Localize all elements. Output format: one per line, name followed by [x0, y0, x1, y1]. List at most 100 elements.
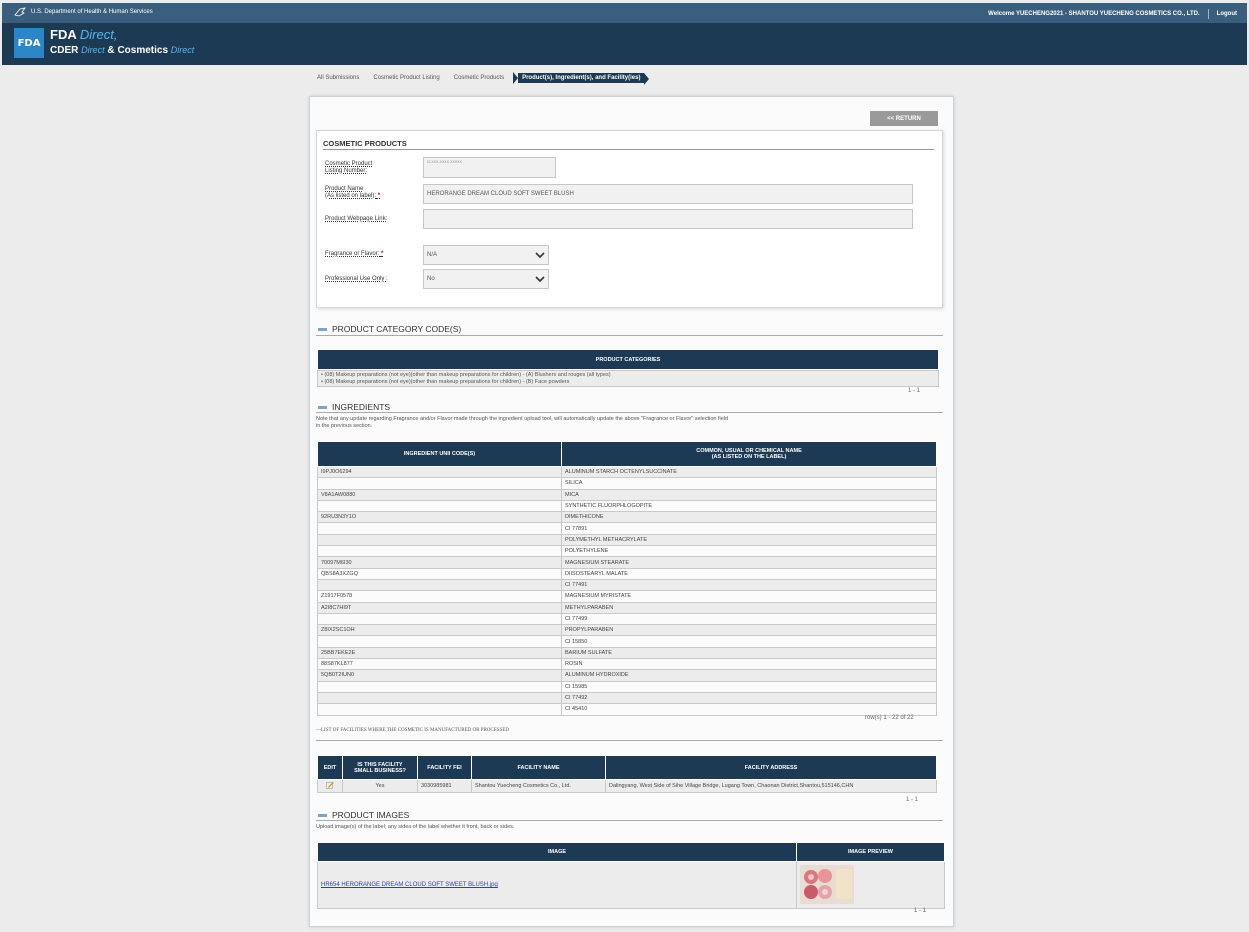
table-row: V8A1AW0880 MICA: [317, 488, 937, 501]
unii-code-cell: [317, 522, 562, 535]
list-item: • (08) Makeup preparations (not eye)(oth…: [321, 378, 570, 385]
ampersand: &: [107, 45, 115, 56]
ingredients-body: I9PJ0O6294 ALUMINUM STARCH OCTENYLSUCCINA…: [317, 465, 937, 716]
column-header: EDIT: [317, 755, 343, 780]
table-row: CI 77891: [317, 522, 937, 535]
breadcrumb-all-submissions[interactable]: All Submissions: [310, 75, 366, 81]
table-row: 92RU3N3Y1O DIMETHICONE: [317, 511, 937, 524]
chevron-down-icon: [535, 276, 545, 283]
professional-use-select[interactable]: No: [423, 269, 549, 289]
ingredient-name-cell: DIISOSTEARYL MALATE: [561, 567, 937, 580]
fda-direct-title: FDA Direct,: [50, 27, 118, 42]
fragrance-label: Fragrance or Flavor: *: [325, 251, 384, 257]
breadcrumb-current: Product(s), Ingredient(s), and Facility(…: [518, 73, 650, 85]
edit-icon[interactable]: [326, 781, 334, 789]
category-list: • (08) Makeup preparations (not eye)(oth…: [317, 370, 939, 387]
category-section-heading: PRODUCT CATEGORY CODE(S): [318, 324, 461, 334]
ingredient-name-cell: POLYMETHYL METHACRYLATE: [561, 533, 937, 547]
ingredient-name-cell: CI 77499: [561, 612, 937, 626]
unii-code-cell: [317, 499, 562, 513]
logout-link[interactable]: Logout: [1217, 11, 1237, 17]
cosmetics-word: Cosmetics: [117, 45, 169, 56]
table-row: SYNTHETIC FLUORPHLOGOPITE: [317, 499, 937, 513]
ingredient-name-cell: POLYETHYLENE: [561, 545, 937, 558]
ingredient-name-cell: CI 45410: [561, 703, 937, 716]
welcome-text: Welcome YUECHENG2021 - SHANTOU YUECHENG …: [988, 11, 1200, 17]
main-panel: << RETURN COSMETIC PRODUCTS Cosmetic Pro…: [309, 96, 954, 927]
column-header: FACILITY NAME: [471, 755, 606, 780]
table-row: 25BB7EKE2E BARIUM SULFATE: [317, 646, 937, 660]
column-header: IS THIS FACILITY SMALL BUSINESS?: [342, 755, 418, 780]
fda-logo[interactable]: FDA: [14, 28, 44, 58]
unii-code-cell: Z8IX2SC1OH: [317, 624, 562, 637]
unii-code-cell: [317, 680, 562, 693]
divider: [316, 412, 943, 413]
facilities-count: 1 - 1: [906, 797, 919, 803]
unii-code-cell: [317, 545, 562, 558]
column-header: FACILITY FEI: [417, 755, 472, 780]
category-table: PRODUCT CATEGORIES: [317, 349, 939, 370]
images-note: Upload image(s) of the label; any sides …: [316, 824, 515, 830]
ingredient-name-cell: BARIUM SULFATE: [561, 646, 937, 660]
unii-code-cell: Z1917F0578: [317, 590, 562, 603]
table-row: CI 77492: [317, 691, 937, 705]
fragrance-select[interactable]: N/A: [423, 245, 549, 265]
facilities-table: EDIT IS THIS FACILITY SMALL BUSINESS? FA…: [317, 755, 937, 793]
facility-name-cell: Shantou Yuecheng Cosmetics Co., Ltd.: [471, 779, 606, 793]
ingredients-section-heading: INGREDIENTS: [318, 402, 390, 412]
divider: [323, 149, 934, 150]
ingredient-name-cell: CI 77492: [561, 691, 937, 705]
table-row: 70097M6I30 MAGNESIUM STEARATE: [317, 556, 937, 569]
breadcrumb-cosmetic-products[interactable]: Cosmetic Products: [447, 75, 511, 81]
unii-code-cell: 88S87KL877: [317, 658, 562, 671]
column-header: IMAGE: [317, 842, 797, 862]
ingredient-name-cell: DIMETHICONE: [561, 511, 937, 524]
image-file-link[interactable]: HR654 HERORANGE DREAM CLOUD SOFT SWEET B…: [321, 882, 498, 888]
table-row: Z1917F0578 MAGNESIUM MYRISTATE: [317, 590, 937, 603]
table-row: SILICA: [317, 477, 937, 490]
table-row: CI 45410: [317, 703, 937, 716]
ingredient-name-cell: SYNTHETIC FLUORPHLOGOPITE: [561, 499, 937, 513]
images-section-heading: PRODUCT IMAGES: [318, 810, 409, 820]
table-row: Z8IX2SC1OH PROPYLPARABEN: [317, 624, 937, 637]
table-row: QBS8A3XZGQ DIISOSTEARYL MALATE: [317, 567, 937, 580]
hhs-eagle-icon: [14, 7, 26, 17]
divider: [316, 335, 943, 336]
ingredient-name-cell: CI 15850: [561, 635, 937, 648]
unii-code-cell: 25BB7EKE2E: [317, 646, 562, 660]
table-row: I9PJ0O6294 ALUMINUM STARCH OCTENYLSUCCINA…: [317, 465, 937, 479]
breadcrumb-product-listing[interactable]: Cosmetic Product Listing: [366, 75, 446, 81]
listing-number-field[interactable]: CLXXX-XXXX-XXXXX: [423, 157, 556, 178]
collapse-icon[interactable]: [318, 813, 327, 817]
ingredient-name-cell: ALUMINUM STARCH OCTENYLSUCCINATE: [561, 465, 937, 479]
fda-word: FDA: [50, 27, 77, 42]
table-row: A2I8C7HI9T METHYLPARABEN: [317, 601, 937, 614]
direct-word: Direct: [79, 27, 114, 42]
divider: [316, 740, 943, 741]
divider: [316, 820, 943, 821]
table-row: HR654 HERORANGE DREAM CLOUD SOFT SWEET B…: [317, 861, 945, 909]
cder-cosmetics-title: CDER Direct & Cosmetics Direct: [50, 45, 194, 56]
unii-code-cell: V8A1AW0880: [317, 488, 562, 501]
product-image-preview[interactable]: [800, 864, 854, 904]
cosmetic-products-box: COSMETIC PRODUCTS Cosmetic Product Listi…: [316, 130, 943, 308]
hhs-top-bar: U.S. Department of Health & Human Servic…: [2, 3, 1247, 23]
webpage-link-field[interactable]: [423, 209, 913, 229]
chevron-down-icon: [535, 252, 545, 259]
unii-code-cell: [317, 635, 562, 648]
collapse-icon[interactable]: [318, 327, 327, 331]
fei-cell: 3030985981: [417, 779, 472, 793]
direct-word-2: Direct: [81, 45, 105, 55]
ingredient-name-cell: SILICA: [561, 477, 937, 490]
unii-code-cell: 92RU3N3Y1O: [317, 511, 562, 524]
product-name-field[interactable]: HERORANGE DREAM CLOUD SOFT SWEET BLUSH: [423, 184, 913, 204]
breadcrumb: All Submissions Cosmetic Product Listing…: [310, 72, 650, 85]
return-button[interactable]: << RETURN: [870, 111, 938, 126]
collapse-icon[interactable]: [318, 405, 327, 409]
unii-code-cell: [317, 477, 562, 490]
webpage-link-label: Product Webpage Link:: [325, 216, 388, 222]
divider: [1207, 9, 1209, 19]
unii-code-cell: 5QB0T2IUN0: [317, 669, 562, 682]
unii-code-cell: A2I8C7HI9T: [317, 601, 562, 614]
ingredient-name-cell: MAGNESIUM STEARATE: [561, 556, 937, 569]
